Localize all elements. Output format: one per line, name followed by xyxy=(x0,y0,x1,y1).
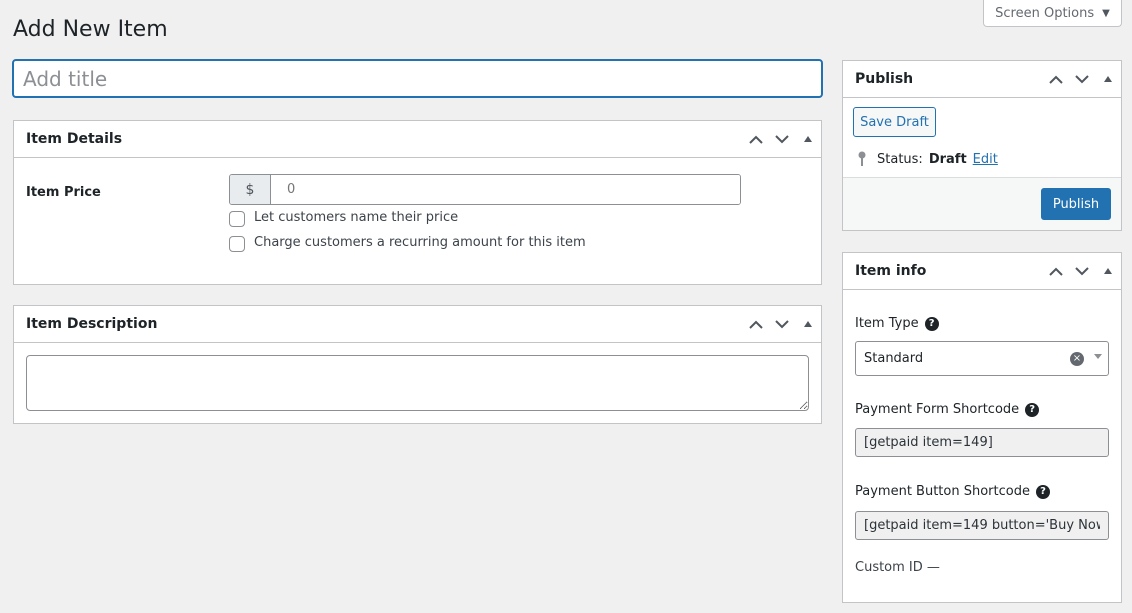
triangle-up-icon[interactable] xyxy=(1095,253,1121,289)
publish-handle-actions xyxy=(1043,61,1121,97)
form-shortcode-input[interactable] xyxy=(855,428,1109,457)
status-value: Draft xyxy=(928,151,967,167)
item-details-title: Item Details xyxy=(26,131,123,147)
chevron-up-icon[interactable] xyxy=(743,306,769,342)
item-details-box: Item Details Item Price $ Let customers … xyxy=(13,120,822,285)
item-price-group: $ xyxy=(229,174,741,205)
chevron-down-icon[interactable] xyxy=(1069,253,1095,289)
name-price-checkbox[interactable] xyxy=(229,211,245,227)
pushpin-icon xyxy=(857,151,867,167)
publish-actions: Publish xyxy=(843,177,1121,230)
publish-button[interactable]: Publish xyxy=(1041,188,1111,220)
screen-options-button[interactable]: Screen Options ▼ xyxy=(983,0,1122,27)
chevron-up-icon[interactable] xyxy=(1043,61,1069,97)
chevron-down-icon[interactable] xyxy=(1069,61,1095,97)
chevron-down-icon[interactable] xyxy=(769,306,795,342)
caret-down-icon: ▼ xyxy=(1102,7,1110,19)
item-details-header: Item Details xyxy=(14,121,821,158)
name-price-option[interactable]: Let customers name their price xyxy=(229,207,458,227)
recurring-label: Charge customers a recurring amount for … xyxy=(254,234,586,250)
name-price-label: Let customers name their price xyxy=(254,209,459,225)
triangle-up-icon[interactable] xyxy=(1095,61,1121,97)
screen-options-label: Screen Options xyxy=(995,5,1095,21)
item-description-title: Item Description xyxy=(26,316,158,332)
publish-title: Publish xyxy=(855,71,914,87)
status-prefix: Status: xyxy=(877,151,923,167)
button-shortcode-input[interactable] xyxy=(855,511,1109,540)
item-description-textarea[interactable] xyxy=(26,355,809,411)
edit-status-link[interactable]: Edit xyxy=(973,152,998,167)
chevron-up-icon[interactable] xyxy=(743,121,769,157)
question-circle-icon[interactable]: ? xyxy=(924,316,939,331)
form-shortcode-label-row: Payment Form Shortcode ? xyxy=(855,402,1040,417)
button-shortcode-label: Payment Button Shortcode xyxy=(855,484,1030,499)
form-shortcode-label: Payment Form Shortcode xyxy=(855,402,1020,417)
item-info-title: Item info xyxy=(855,263,927,279)
item-info-box: Item info Item Type ? Standard × Payment… xyxy=(842,252,1122,603)
chevron-up-icon[interactable] xyxy=(1043,253,1069,289)
publish-header: Publish xyxy=(843,61,1121,98)
item-info-header: Item info xyxy=(843,253,1121,290)
question-circle-icon[interactable]: ? xyxy=(1025,402,1040,417)
recurring-checkbox[interactable] xyxy=(229,236,245,252)
item-description-box: Item Description xyxy=(13,305,822,424)
item-type-label-row: Item Type ? xyxy=(855,316,939,331)
chevron-down-icon[interactable] xyxy=(769,121,795,157)
title-input[interactable] xyxy=(12,59,823,98)
button-shortcode-label-row: Payment Button Shortcode ? xyxy=(855,484,1050,499)
item-type-label: Item Type xyxy=(855,316,919,331)
item-price-input[interactable] xyxy=(271,175,740,204)
recurring-option[interactable]: Charge customers a recurring amount for … xyxy=(229,232,586,252)
triangle-up-icon[interactable] xyxy=(795,121,821,157)
item-description-header: Item Description xyxy=(14,306,821,343)
item-info-handle-actions xyxy=(1043,253,1121,289)
item-price-label: Item Price xyxy=(26,185,101,200)
item-description-handle-actions xyxy=(743,306,821,342)
triangle-up-icon[interactable] xyxy=(795,306,821,342)
custom-id-label: Custom ID — xyxy=(855,560,940,575)
clear-icon[interactable]: × xyxy=(1070,352,1084,366)
question-circle-icon[interactable]: ? xyxy=(1035,484,1050,499)
post-status: Status: Draft Edit xyxy=(857,151,998,167)
chevron-down-icon[interactable] xyxy=(1094,354,1102,359)
item-details-handle-actions xyxy=(743,121,821,157)
item-type-select[interactable]: Standard × xyxy=(855,341,1109,376)
item-type-selected: Standard xyxy=(864,351,924,366)
publish-box: Publish Save Draft Status: Draft Edit Pu… xyxy=(842,60,1122,231)
currency-prefix: $ xyxy=(230,175,271,204)
save-draft-button[interactable]: Save Draft xyxy=(853,107,936,137)
page-title: Add New Item xyxy=(13,17,168,42)
